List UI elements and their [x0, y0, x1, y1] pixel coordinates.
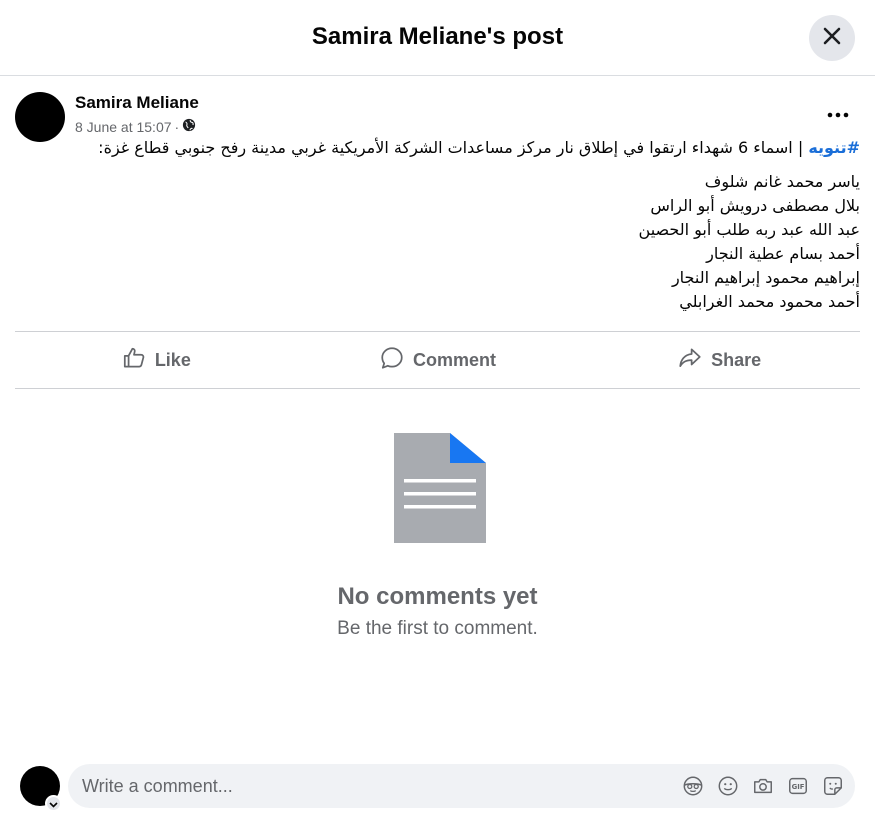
svg-text:GIF: GIF [792, 783, 805, 791]
emoji-icon[interactable] [716, 774, 740, 798]
gif-icon[interactable]: GIF [786, 774, 810, 798]
martyr-name: بلال مصطفى درويش أبو الراس [650, 196, 860, 215]
empty-state-subtitle: Be the first to comment. [337, 618, 538, 639]
comment-composer: GIF [68, 764, 855, 808]
meta-separator: · [174, 118, 180, 135]
like-button[interactable]: Like [15, 332, 297, 388]
dialog-header: Samira Meliane's post [0, 0, 875, 76]
comment-label: Comment [413, 349, 497, 370]
avatar-sticker-icon[interactable] [681, 774, 705, 798]
post-meta: 8 June at 15:07 · [75, 118, 196, 135]
martyr-name: أحمد بسام عطية النجار [706, 244, 860, 263]
thumbs-up-icon [121, 345, 147, 376]
sticker-icon[interactable] [821, 774, 845, 798]
author-avatar[interactable] [15, 92, 65, 142]
share-arrow-icon [677, 345, 703, 376]
author-name[interactable]: Samira Meliane [75, 93, 199, 113]
comment-input[interactable] [82, 764, 662, 808]
close-button[interactable] [809, 15, 855, 61]
composer-tools: GIF [681, 774, 845, 798]
post-body: #تنويه | اسماء 6 شهداء ارتقوا في إطلاق ن… [15, 136, 860, 314]
martyr-name: إبراهيم محمود إبراهيم النجار [671, 268, 860, 287]
post-timestamp[interactable]: 8 June at 15:07 [75, 119, 172, 135]
share-button[interactable]: Share [578, 332, 860, 388]
martyr-name: ياسر محمد غانم شلوف [704, 172, 860, 191]
globe-icon [182, 118, 196, 135]
martyr-name: أحمد محمود محمد الغرابلي [679, 292, 860, 311]
hashtag-link[interactable]: #تنويه [808, 138, 860, 157]
camera-icon[interactable] [751, 774, 775, 798]
close-icon [822, 26, 842, 51]
post-lead: #تنويه | اسماء 6 شهداء ارتقوا في إطلاق ن… [15, 136, 860, 160]
post-actions: Like Comment Share [15, 332, 860, 388]
dialog-title: Samira Meliane's post [311, 23, 564, 50]
more-options-button[interactable] [820, 100, 856, 128]
divider [15, 388, 860, 389]
share-label: Share [711, 349, 762, 370]
martyr-name: عبد الله عبد ربه طلب أبو الحصين [638, 220, 860, 239]
empty-state-title: No comments yet [337, 583, 538, 610]
avatar-switcher[interactable] [45, 795, 62, 812]
post-lead-text: | اسماء 6 شهداء ارتقوا في إطلاق نار مركز… [98, 138, 809, 157]
comment-bubble-icon [379, 345, 405, 376]
like-label: Like [154, 349, 191, 370]
comment-button[interactable]: Comment [297, 332, 579, 388]
chevron-down-icon [49, 795, 58, 813]
document-icon [394, 433, 486, 548]
more-icon [826, 105, 850, 123]
